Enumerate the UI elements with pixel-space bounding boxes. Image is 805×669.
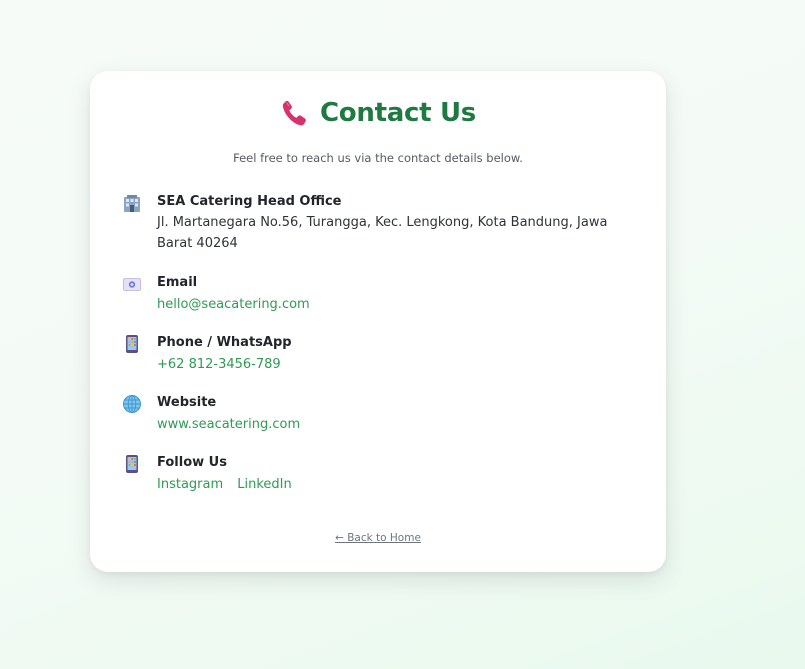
page-title: Contact Us: [320, 98, 476, 128]
contact-item-office: SEA Catering Head Office Jl. Martanegara…: [122, 192, 626, 254]
telephone-receiver-icon: [282, 100, 306, 126]
contact-item-phone: Phone / WhatsApp +62 812-3456-789: [122, 333, 626, 375]
social-details: Follow Us Instagram LinkedIn: [157, 453, 626, 495]
office-building-icon: [124, 195, 140, 212]
website-details: Website www.seacatering.com: [157, 393, 626, 435]
envelope-icon: [123, 278, 141, 291]
office-label: SEA Catering Head Office: [157, 194, 342, 209]
title-row: Contact Us: [90, 98, 666, 128]
social-links: Instagram LinkedIn: [157, 473, 626, 495]
back-link-container: ← Back to Home: [90, 526, 666, 545]
email-link[interactable]: hello@seacatering.com: [157, 297, 310, 312]
phone-label: Phone / WhatsApp: [157, 335, 292, 350]
contact-item-email: Email hello@seacatering.com: [122, 273, 626, 315]
instagram-link[interactable]: Instagram: [157, 477, 223, 492]
social-label: Follow Us: [157, 455, 227, 470]
back-to-home-link[interactable]: ← Back to Home: [335, 532, 421, 544]
page-subtitle: Feel free to reach us via the contact de…: [233, 151, 523, 165]
contact-card: Contact Us Feel free to reach us via the…: [90, 71, 666, 572]
phone-link[interactable]: +62 812-3456-789: [157, 357, 281, 372]
mobile-phone-icon: [126, 335, 138, 353]
office-address-line2: Barat 40264: [157, 236, 238, 251]
linkedin-link[interactable]: LinkedIn: [237, 477, 291, 492]
office-address-line1: Jl. Martanegara No.56, Turangga, Kec. Le…: [157, 215, 608, 230]
email-details: Email hello@seacatering.com: [157, 273, 626, 315]
website-link[interactable]: www.seacatering.com: [157, 417, 300, 432]
mobile-phone-icon: [126, 455, 138, 473]
email-label: Email: [157, 275, 198, 290]
website-label: Website: [157, 395, 217, 410]
globe-icon: [123, 395, 141, 413]
phone-details: Phone / WhatsApp +62 812-3456-789: [157, 333, 626, 375]
office-details: SEA Catering Head Office Jl. Martanegara…: [157, 192, 626, 254]
contact-item-social: Follow Us Instagram LinkedIn: [122, 453, 626, 495]
contact-item-website: Website www.seacatering.com: [122, 393, 626, 435]
